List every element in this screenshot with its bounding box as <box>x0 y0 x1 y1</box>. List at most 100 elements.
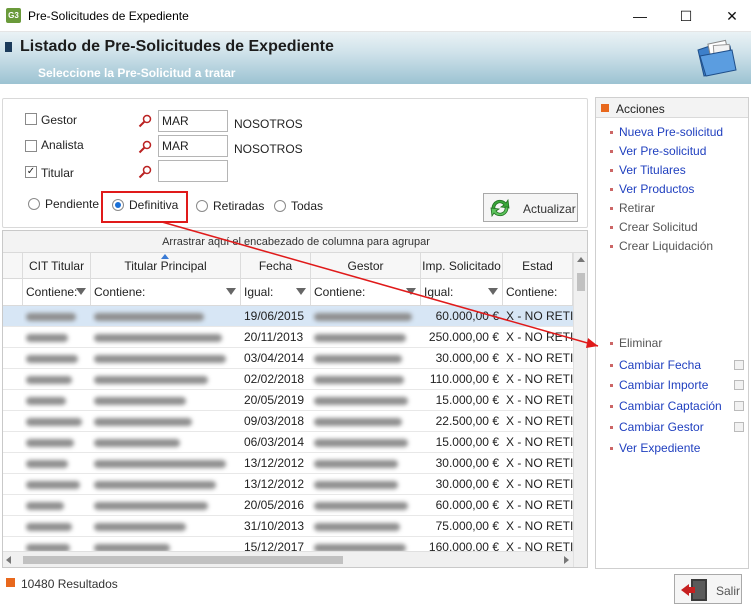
gestor-checkbox[interactable] <box>25 113 37 125</box>
col-header-fecha[interactable]: Fecha <box>241 253 311 279</box>
search-icon[interactable] <box>138 114 152 128</box>
action-cambiar-captaci-n[interactable]: Cambiar Captación <box>610 399 722 413</box>
titular-input[interactable] <box>158 160 228 182</box>
action-eliminar[interactable]: Eliminar <box>610 336 662 350</box>
action-cambiar-gestor[interactable]: Cambiar Gestor <box>610 420 704 434</box>
action-crear-solicitud[interactable]: Crear Solicitud <box>610 220 698 234</box>
vertical-scroll-thumb[interactable] <box>577 273 585 291</box>
cell-importe: 30.000,00 € <box>435 351 499 365</box>
shortcut-icon <box>734 401 744 411</box>
row-selector <box>3 516 23 537</box>
highlight-box <box>101 191 188 223</box>
app-icon: G3 <box>6 8 21 23</box>
table-row[interactable]: 20/05/2016 60.000,00 € X - NO RETIRA <box>3 495 573 516</box>
action-label: Nueva Pre-solicitud <box>619 125 724 139</box>
action-ver-pre-solicitud[interactable]: Ver Pre-solicitud <box>610 144 706 158</box>
action-label: Cambiar Gestor <box>619 420 704 434</box>
search-icon[interactable] <box>138 165 152 179</box>
actions-title: Acciones <box>616 102 665 116</box>
minimize-button[interactable]: — <box>620 4 660 28</box>
action-cambiar-importe[interactable]: Cambiar Importe <box>610 378 708 392</box>
col-header-estado[interactable]: Estad <box>503 253 573 279</box>
filter-estado[interactable]: Contiene: <box>503 279 573 305</box>
cell-cit-redacted <box>23 453 91 474</box>
radio-todas[interactable] <box>274 200 286 212</box>
filter-importe-label: Igual: <box>424 285 454 299</box>
analista-input[interactable] <box>158 135 228 157</box>
cell-cit-redacted <box>23 432 91 453</box>
action-label: Cambiar Importe <box>619 378 709 392</box>
col-header-gestor[interactable]: Gestor <box>311 253 421 279</box>
action-label: Crear Liquidación <box>619 239 714 253</box>
vertical-scrollbar[interactable] <box>573 253 587 567</box>
shortcut-icon <box>734 380 744 390</box>
filter-estado-label: Contiene: <box>506 285 558 299</box>
action-crear-liquidaci-n[interactable]: Crear Liquidación <box>610 239 713 253</box>
horizontal-scrollbar[interactable] <box>3 551 573 567</box>
cell-cit-redacted <box>23 474 91 495</box>
analista-checkbox[interactable] <box>25 140 37 152</box>
col-header-importe[interactable]: Imp. Solicitado <box>421 253 503 279</box>
filter-icon[interactable] <box>296 288 306 295</box>
filter-fecha-label: Igual: <box>244 285 274 299</box>
gestor-input[interactable] <box>158 110 228 132</box>
filter-fecha[interactable]: Igual: <box>241 279 311 305</box>
search-icon[interactable] <box>138 140 152 154</box>
cell-gestor-redacted <box>311 411 421 432</box>
filter-icon[interactable] <box>226 288 236 295</box>
cell-estado: X - NO RETIRA <box>506 498 573 512</box>
cell-estado: X - NO RETIRA <box>506 372 573 386</box>
group-by-hint: Arrastrar aquí el encabezado de columna … <box>3 231 587 253</box>
filter-icon[interactable] <box>76 288 86 295</box>
table-row[interactable]: 09/03/2018 22.500,00 € X - NO RETIRA <box>3 411 573 432</box>
table-row[interactable]: 02/02/2018 110.000,00 € X - NO RETIRA <box>3 369 573 390</box>
table-row[interactable]: 31/10/2013 75.000,00 € X - NO RETIRA <box>3 516 573 537</box>
exit-button[interactable]: Salir <box>674 574 742 604</box>
filter-gestor[interactable]: Contiene: <box>311 279 421 305</box>
row-selector <box>3 495 23 516</box>
action-retirar[interactable]: Retirar <box>610 201 655 215</box>
filter-icon[interactable] <box>488 288 498 295</box>
action-label: Ver Titulares <box>619 163 686 177</box>
table-row[interactable]: 03/04/2014 30.000,00 € X - NO RETIRA <box>3 348 573 369</box>
radio-pendiente[interactable] <box>28 198 40 210</box>
action-ver-titulares[interactable]: Ver Titulares <box>610 163 686 177</box>
filter-cit[interactable]: Contiene: <box>23 279 91 305</box>
analista-label: Analista <box>41 138 84 152</box>
close-button[interactable]: ✕ <box>712 4 751 28</box>
action-ver-productos[interactable]: Ver Productos <box>610 182 694 196</box>
filter-icon[interactable] <box>406 288 416 295</box>
table-row[interactable]: 19/06/2015 60.000,00 € X - NO RETIRA <box>3 306 573 327</box>
cell-importe: 30.000,00 € <box>435 456 499 470</box>
horizontal-scroll-thumb[interactable] <box>23 556 343 564</box>
cell-fecha: 31/10/2013 <box>244 519 305 533</box>
scroll-left-icon[interactable] <box>6 556 11 564</box>
filter-titular[interactable]: Contiene: <box>91 279 241 305</box>
action-nueva-pre-solicitud[interactable]: Nueva Pre-solicitud <box>610 125 723 139</box>
filter-row-selector <box>3 279 23 305</box>
table-row[interactable]: 13/12/2012 30.000,00 € X - NO RETIRA <box>3 474 573 495</box>
cell-importe: 30.000,00 € <box>435 477 499 491</box>
action-cambiar-fecha[interactable]: Cambiar Fecha <box>610 358 701 372</box>
col-header-cit[interactable]: CIT Titular <box>23 253 91 279</box>
scroll-right-icon[interactable] <box>564 556 569 564</box>
table-row[interactable]: 20/11/2013 250.000,00 € X - NO RETIRA <box>3 327 573 348</box>
scroll-up-icon[interactable] <box>577 257 585 262</box>
row-selector <box>3 369 23 390</box>
window-title: Pre-Solicitudes de Expediente <box>28 9 189 23</box>
table-row[interactable]: 13/12/2012 30.000,00 € X - NO RETIRA <box>3 453 573 474</box>
cell-titular-redacted <box>91 327 241 348</box>
refresh-button[interactable]: Actualizar <box>483 193 578 222</box>
titular-checkbox[interactable]: ✓ <box>25 166 37 178</box>
maximize-button[interactable]: ☐ <box>666 4 706 28</box>
radio-retiradas[interactable] <box>196 200 208 212</box>
bullet-icon <box>610 342 613 346</box>
cell-titular-redacted <box>91 348 241 369</box>
table-row[interactable]: 06/03/2014 15.000,00 € X - NO RETIRA <box>3 432 573 453</box>
bullet-icon <box>610 150 613 154</box>
table-row[interactable]: 20/05/2019 15.000,00 € X - NO RETIRA <box>3 390 573 411</box>
filter-importe[interactable]: Igual: <box>421 279 503 305</box>
action-label: Cambiar Fecha <box>619 358 702 372</box>
sort-ascending-icon <box>161 254 169 259</box>
action-ver-expediente[interactable]: Ver Expediente <box>610 441 700 455</box>
